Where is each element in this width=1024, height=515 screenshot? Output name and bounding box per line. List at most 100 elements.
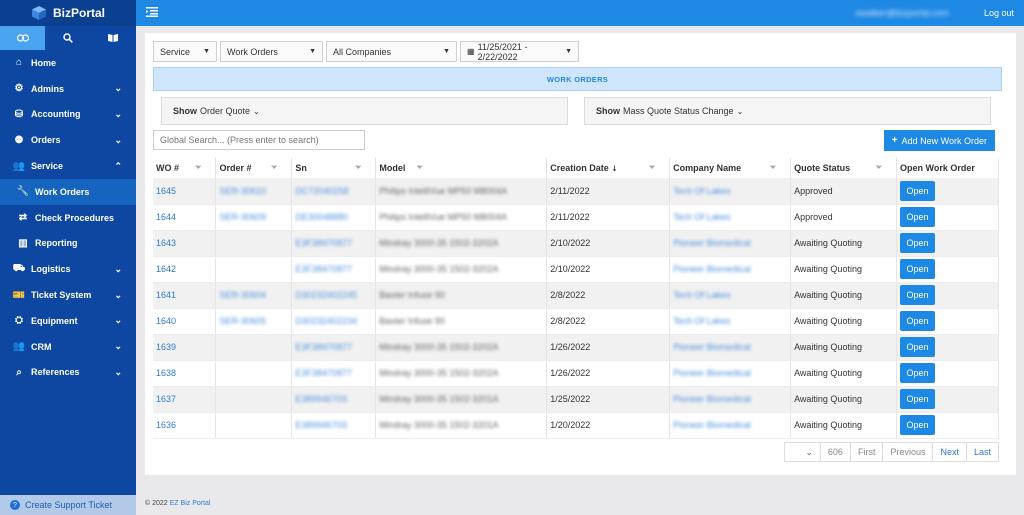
order-number-link[interactable]: SER-30604 (219, 290, 266, 300)
table-row[interactable]: 1642 E3F38470877 Mindray 3000-35 1502-3202… (153, 256, 999, 283)
wo-number-link[interactable]: 1644 (156, 212, 176, 222)
sidebar-item-references[interactable]: ⌕ References ⌄ (0, 360, 136, 386)
table-row[interactable]: 1639 E3F38470877 Mindray 3000-35 1502-3202… (153, 334, 999, 361)
col-quote-status[interactable]: Quote Status ⏷ (790, 158, 898, 178)
sidebar-item-accounting[interactable]: ⛁ Accounting ⌄ (0, 102, 136, 128)
col-model[interactable]: Model ⏷ (375, 158, 548, 178)
companies-select[interactable]: All Companies ▼ (326, 41, 457, 62)
table-row[interactable]: 1641 SER-30604 D30232402245 Baxter Infuse 9… (153, 282, 999, 309)
serial-number-link[interactable]: DE30048880 (295, 212, 348, 222)
table-row[interactable]: 1645 SER-30610 DC72040258 Philips IntelliVu… (153, 178, 999, 205)
company-name-link[interactable]: Pioneer Biomedical (673, 342, 751, 352)
wo-number-link[interactable]: 1636 (156, 420, 176, 430)
table-row[interactable]: 1640 SER-30605 D30232402234 Baxter Infuse 9… (153, 308, 999, 335)
wo-number-link[interactable]: 1641 (156, 290, 176, 300)
col-order[interactable]: Order # ⏷ (215, 158, 293, 178)
order-number-link[interactable]: SER-30609 (219, 212, 266, 222)
company-name-link[interactable]: Pioneer Biomedical (673, 264, 751, 274)
open-work-order-button[interactable]: Open (900, 259, 936, 279)
tab-search[interactable] (45, 26, 90, 50)
company-name-link[interactable]: Pioneer Biomedical (673, 238, 751, 248)
sidebar-item-service[interactable]: 👥 Service ⌃ (0, 153, 136, 179)
first-page-button[interactable]: First (851, 443, 884, 461)
tab-docs[interactable] (91, 26, 136, 50)
table-row[interactable]: 1643 E3F38470877 Mindray 3000-35 1502-3202… (153, 230, 999, 257)
open-work-order-button[interactable]: Open (900, 415, 936, 435)
table-row[interactable]: 1636 E38994670S Mindray 3000-35 1502-3201A… (153, 412, 999, 439)
company-name-link[interactable]: Pioneer Biomedical (673, 394, 751, 404)
order-quote-toggle[interactable]: Show Order Quote ⌄ (161, 97, 568, 125)
serial-number-link[interactable]: E3F38470877 (295, 238, 352, 248)
sidebar-item-ticket-system[interactable]: 🎫 Ticket System ⌄ (0, 282, 136, 308)
filter-icon[interactable]: ⏷ (876, 163, 882, 173)
serial-number-link[interactable]: E3F38470877 (295, 264, 352, 274)
open-work-order-button[interactable]: Open (900, 285, 936, 305)
serial-number-link[interactable]: D30232402234 (295, 316, 357, 326)
wo-number-link[interactable]: 1645 (156, 186, 176, 196)
footer-brand-link[interactable]: EZ Biz Portal (170, 500, 211, 507)
serial-number-link[interactable]: DC72040258 (295, 186, 348, 196)
wo-number-link[interactable]: 1637 (156, 394, 176, 404)
mass-quote-toggle[interactable]: Show Mass Quote Status Change ⌄ (584, 97, 991, 125)
col-wo[interactable]: WO # ⏷ (153, 158, 217, 178)
company-name-link[interactable]: Pioneer Biomedical (673, 420, 751, 430)
wo-number-link[interactable]: 1643 (156, 238, 176, 248)
tab-links[interactable] (0, 26, 46, 50)
col-creation-date[interactable]: Creation Date ⭣ ⏷ (546, 158, 671, 178)
company-name-link[interactable]: Tech Of Lakes (673, 186, 731, 196)
company-name-link[interactable]: Tech Of Lakes (673, 316, 731, 326)
filter-icon[interactable]: ⏷ (195, 163, 201, 173)
serial-number-link[interactable]: E3F38470877 (295, 342, 352, 352)
logout-link[interactable]: Log out (984, 8, 1014, 18)
work-orders-select[interactable]: Work Orders ▼ (220, 41, 323, 62)
serial-number-link[interactable]: E38994670S (295, 420, 347, 430)
sort-desc-icon[interactable]: ⭣ (613, 164, 617, 173)
user-email[interactable]: ewalker@bizportal.com (855, 8, 949, 18)
sidebar-item-check-procedures[interactable]: ⇄ Check Procedures (0, 205, 136, 231)
wo-number-link[interactable]: 1639 (156, 342, 176, 352)
global-search-input[interactable] (153, 130, 365, 150)
company-name-link[interactable]: Tech Of Lakes (673, 212, 731, 222)
open-work-order-button[interactable]: Open (900, 311, 936, 331)
filter-icon[interactable]: ⏷ (416, 163, 422, 173)
open-work-order-button[interactable]: Open (900, 389, 936, 409)
open-work-order-button[interactable]: Open (900, 233, 936, 253)
sidebar-item-reporting[interactable]: ▥ Reporting (0, 231, 136, 257)
company-name-link[interactable]: Tech Of Lakes (673, 290, 731, 300)
company-name-link[interactable]: Pioneer Biomedical (673, 368, 751, 378)
next-page-button[interactable]: Next (933, 443, 967, 461)
wo-number-link[interactable]: 1642 (156, 264, 176, 274)
sidebar-item-logistics[interactable]: ⛟ Logistics ⌄ (0, 256, 136, 282)
sidebar-item-equipment[interactable]: ⛭ Equipment ⌄ (0, 308, 136, 334)
create-support-ticket-link[interactable]: ? Create Support Ticket (0, 495, 136, 515)
table-row[interactable]: 1638 E3F38470877 Mindray 3000-35 1502-3202… (153, 360, 999, 387)
date-range-picker[interactable]: ▦ 11/25/2021 - 2/22/2022 ▼ (460, 41, 579, 62)
serial-number-link[interactable]: D30232402245 (295, 290, 357, 300)
filter-icon[interactable]: ⏷ (770, 163, 776, 173)
sidebar-item-admins[interactable]: ⚙ Admins ⌄ (0, 76, 136, 102)
brand[interactable]: BizPortal (0, 0, 136, 26)
filter-icon[interactable]: ⏷ (649, 163, 655, 173)
sidebar-item-work-orders[interactable]: 🔧 Work Orders (0, 178, 136, 205)
sidebar-item-orders[interactable]: ⚉ Orders ⌄ (0, 127, 136, 153)
wo-number-link[interactable]: 1640 (156, 316, 176, 326)
filter-icon[interactable]: ⏷ (271, 163, 277, 173)
wo-number-link[interactable]: 1638 (156, 368, 176, 378)
sidebar-item-home[interactable]: ⌂ Home (0, 50, 136, 76)
page-size-select[interactable]: ⌄ (785, 443, 821, 461)
order-number-link[interactable]: SER-30610 (219, 186, 266, 196)
serial-number-link[interactable]: E3F38470877 (295, 368, 352, 378)
col-company-name[interactable]: Company Name ⏷ (669, 158, 792, 178)
serial-number-link[interactable]: E38994670S (295, 394, 347, 404)
open-work-order-button[interactable]: Open (900, 337, 936, 357)
filter-icon[interactable]: ⏷ (355, 163, 361, 173)
table-row[interactable]: 1644 SER-30609 DE30048880 Philips IntelliVu… (153, 204, 999, 231)
order-number-link[interactable]: SER-30605 (219, 316, 266, 326)
sidebar-item-crm[interactable]: 👥 CRM ⌄ (0, 334, 136, 360)
service-select[interactable]: Service ▼ (153, 41, 217, 62)
open-work-order-button[interactable]: Open (900, 180, 936, 201)
last-page-button[interactable]: Last (967, 443, 998, 461)
menu-toggle-icon[interactable] (146, 6, 158, 20)
open-work-order-button[interactable]: Open (900, 207, 936, 227)
table-row[interactable]: 1637 E38994670S Mindray 3000-35 1502-3201A… (153, 386, 999, 413)
